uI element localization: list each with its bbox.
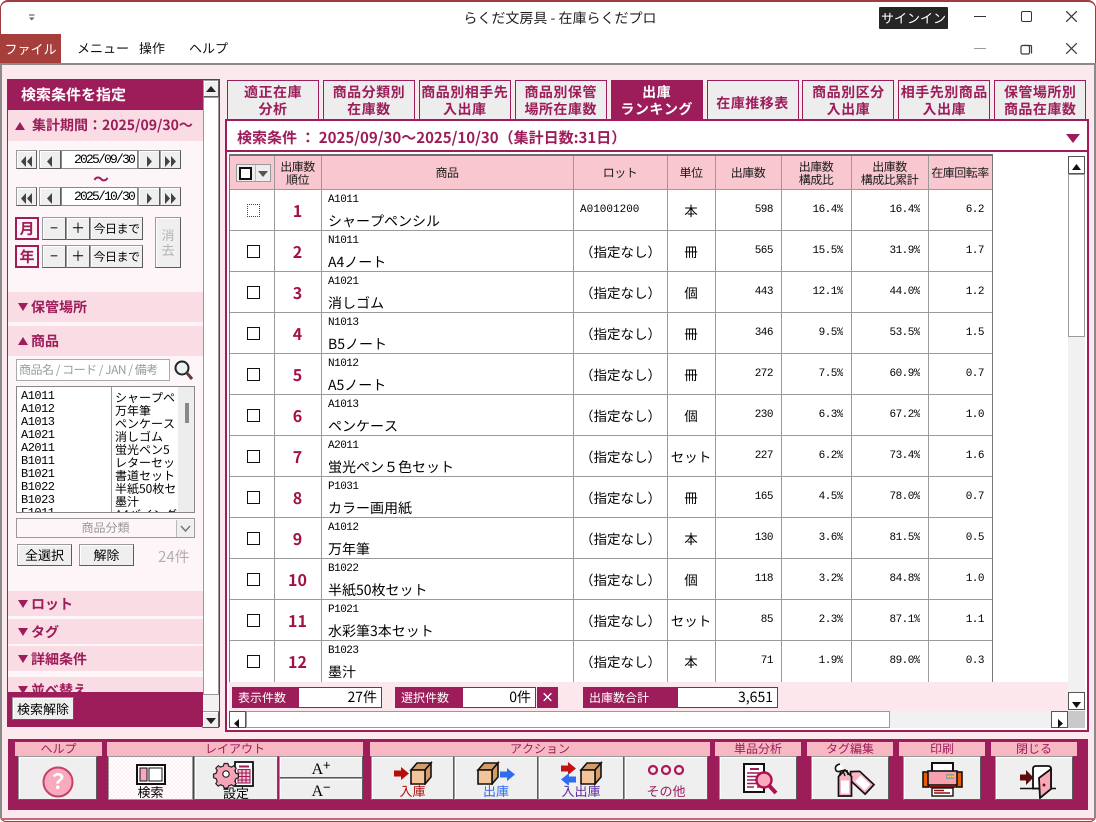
svg-text:？: ？ (48, 766, 69, 796)
